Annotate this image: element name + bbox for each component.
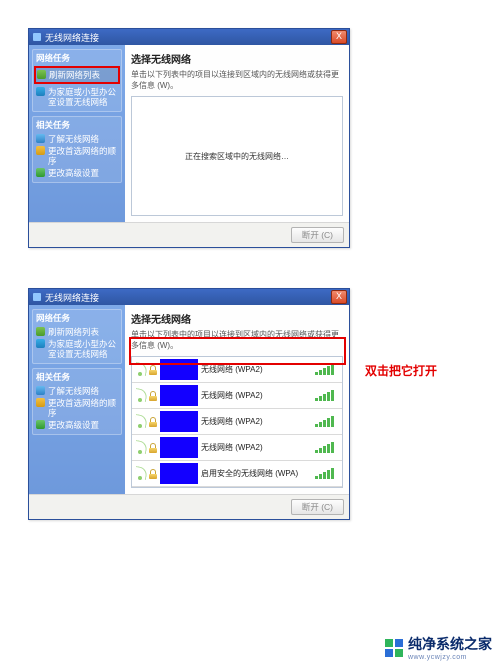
sidebar-item-label: 刷新网络列表 (49, 70, 100, 80)
wireless-icon (33, 33, 41, 41)
sidebar-item-learn[interactable]: 了解无线网络 (36, 385, 118, 397)
sidebar-item-label: 为家庭或小型办公室设置无线网络 (48, 87, 118, 107)
main-heading: 选择无线网络 (131, 311, 343, 326)
sidebar-item-learn[interactable]: 了解无线网络 (36, 133, 118, 145)
main-heading: 选择无线网络 (131, 51, 343, 66)
sidebar-item-setup-office[interactable]: 为家庭或小型办公室设置无线网络 (36, 338, 118, 360)
sidebar-section-network-tasks: 网络任务 (36, 312, 118, 324)
star-icon (36, 146, 45, 155)
sidebar-item-setup-office[interactable]: 为家庭或小型办公室设置无线网络 (36, 86, 118, 108)
ssid-redacted (160, 411, 198, 432)
disconnect-button[interactable]: 断开 (C) (291, 227, 344, 243)
network-label: 无线网络 (WPA2) (198, 390, 315, 401)
sidebar-item-label: 为家庭或小型办公室设置无线网络 (48, 339, 118, 359)
close-button[interactable]: X (331, 30, 347, 44)
info-icon (36, 386, 45, 395)
office-setup-icon (36, 339, 45, 348)
watermark-logo-icon (385, 639, 403, 657)
sidebar-item-change-order[interactable]: 更改首选网络的顺序 (36, 397, 118, 419)
ssid-redacted (160, 359, 198, 380)
refresh-icon (36, 327, 45, 336)
network-label: 无线网络 (WPA2) (198, 442, 315, 453)
sidebar-item-label: 更改高级设置 (48, 420, 99, 430)
signal-icon (135, 441, 146, 455)
sidebar-item-label: 了解无线网络 (48, 134, 99, 144)
main-subtext: 单击以下列表中的项目以连接到区域内的无线网络或获得更多信息 (W)。 (131, 329, 343, 351)
sidebar-section-related-tasks: 相关任务 (36, 119, 118, 131)
signal-strength-icon (315, 417, 337, 427)
annotation-double-click: 双击把它打开 (365, 362, 437, 379)
title-bar: 无线网络连接 X (29, 29, 349, 45)
sidebar-item-label: 更改首选网络的顺序 (48, 398, 118, 418)
ssid-redacted (160, 385, 198, 406)
sidebar-item-label: 更改高级设置 (48, 168, 99, 178)
signal-strength-icon (315, 391, 337, 401)
network-label: 无线网络 (WPA2) (198, 416, 315, 427)
network-row[interactable]: 无线网络 (WPA2) (132, 435, 342, 461)
close-button[interactable]: X (331, 290, 347, 304)
network-label: 无线网络 (WPA2) (198, 364, 315, 375)
lock-icon (149, 469, 157, 479)
network-row[interactable]: 无线网络 (WPA2) (132, 383, 342, 409)
refresh-icon (37, 70, 46, 79)
gear-icon (36, 420, 45, 429)
signal-strength-icon (315, 469, 337, 479)
office-setup-icon (36, 87, 45, 96)
network-label: 启用安全的无线网络 (WPA) (198, 468, 315, 479)
sidebar-item-refresh[interactable]: 刷新网络列表 (37, 69, 117, 81)
sidebar-item-label: 了解无线网络 (48, 386, 99, 396)
network-list-empty: 正在搜索区域中的无线网络… (131, 96, 343, 216)
main-panel: 选择无线网络 单击以下列表中的项目以连接到区域内的无线网络或获得更多信息 (W)… (125, 45, 349, 222)
main-panel: 选择无线网络 单击以下列表中的项目以连接到区域内的无线网络或获得更多信息 (W)… (125, 305, 349, 494)
lock-icon (149, 365, 157, 375)
sidebar-section-network-tasks: 网络任务 (36, 52, 118, 64)
sidebar-item-refresh[interactable]: 刷新网络列表 (36, 326, 118, 338)
info-icon (36, 134, 45, 143)
dialog-footer: 断开 (C) (29, 494, 349, 519)
network-row[interactable]: 无线网络 (WPA2) (132, 409, 342, 435)
network-row[interactable]: 无线网络 (WPA2) (132, 357, 342, 383)
sidebar-item-advanced-settings[interactable]: 更改高级设置 (36, 419, 118, 431)
sidebar-item-advanced-settings[interactable]: 更改高级设置 (36, 167, 118, 179)
ssid-redacted (160, 437, 198, 458)
sidebar: 网络任务 刷新网络列表 为家庭或小型办公室设置无线网络 相关任务 (29, 45, 125, 222)
refresh-highlight: 刷新网络列表 (34, 66, 120, 84)
main-subtext: 单击以下列表中的项目以连接到区域内的无线网络或获得更多信息 (W)。 (131, 69, 343, 91)
watermark-brand: 纯净系统之家 (408, 634, 492, 654)
sidebar-item-change-order[interactable]: 更改首选网络的顺序 (36, 145, 118, 167)
wifi-dialog-searching: 无线网络连接 X 网络任务 刷新网络列表 为家庭或小型办公室设置无线网络 (28, 28, 350, 248)
window-title: 无线网络连接 (45, 291, 331, 304)
window-title: 无线网络连接 (45, 31, 331, 44)
lock-icon (149, 443, 157, 453)
signal-strength-icon (315, 365, 337, 375)
network-row[interactable]: 启用安全的无线网络 (WPA) (132, 461, 342, 487)
wireless-icon (33, 293, 41, 301)
sidebar-section-related-tasks: 相关任务 (36, 371, 118, 383)
lock-icon (149, 391, 157, 401)
sidebar: 网络任务 刷新网络列表 为家庭或小型办公室设置无线网络 相关任务 了解无线网络 (29, 305, 125, 494)
searching-message: 正在搜索区域中的无线网络… (185, 151, 289, 162)
signal-icon (135, 363, 146, 377)
dialog-footer: 断开 (C) (29, 222, 349, 247)
signal-strength-icon (315, 443, 337, 453)
wifi-dialog-list: 无线网络连接 X 网络任务 刷新网络列表 为家庭或小型办公室设置无线网络 (28, 288, 350, 520)
title-bar: 无线网络连接 X (29, 289, 349, 305)
disconnect-button[interactable]: 断开 (C) (291, 499, 344, 515)
watermark-url: www.ycwjzy.com (408, 654, 492, 661)
star-icon (36, 398, 45, 407)
gear-icon (36, 168, 45, 177)
signal-icon (135, 467, 146, 481)
signal-icon (135, 389, 146, 403)
signal-icon (135, 415, 146, 429)
lock-icon (149, 417, 157, 427)
watermark: 纯净系统之家 www.ycwjzy.com (385, 634, 492, 661)
ssid-redacted (160, 463, 198, 484)
sidebar-item-label: 刷新网络列表 (48, 327, 99, 337)
network-list: 无线网络 (WPA2) 无线网络 (WPA2) 无线网络 (WPA2) 无线网络 (W… (131, 356, 343, 488)
sidebar-item-label: 更改首选网络的顺序 (48, 146, 118, 166)
